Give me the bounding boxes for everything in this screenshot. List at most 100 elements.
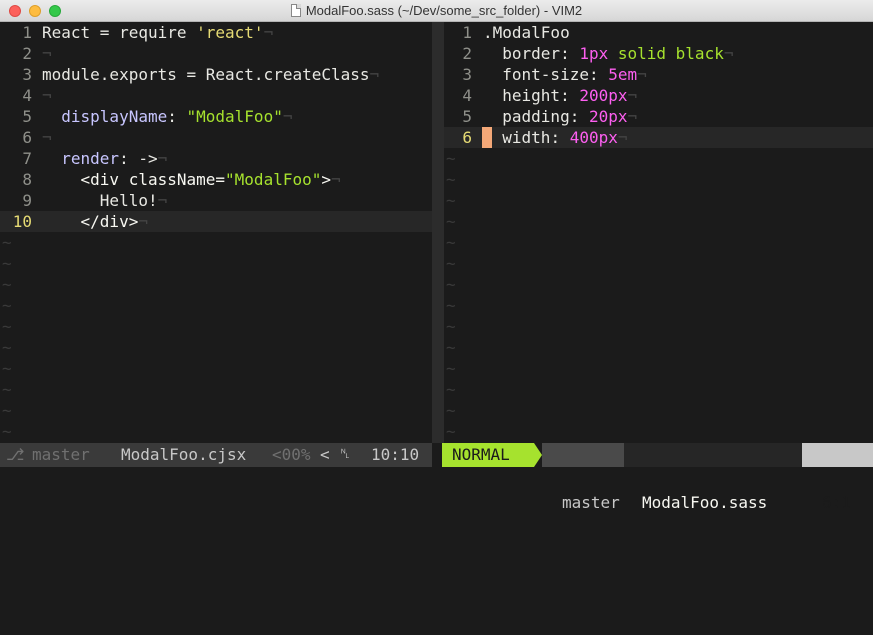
right-file-name: ModalFoo.sass — [642, 493, 768, 512]
right-code-line[interactable]: 5 padding: 20px¬ — [444, 106, 873, 127]
code-token: 400px — [569, 128, 618, 147]
right-code-line[interactable]: 3 font-size: 5em¬ — [444, 64, 873, 85]
left-line-number: 1 — [22, 23, 32, 42]
left-code-line[interactable]: 2 ¬ — [0, 43, 432, 64]
left-line-number: 3 — [22, 65, 32, 84]
document-icon — [290, 4, 301, 17]
window-titlebar[interactable]: ModalFoo.sass (~/Dev/some_src_folder) - … — [0, 0, 873, 22]
code-token: : — [560, 44, 580, 63]
code-token: 20px — [588, 107, 628, 126]
code-token: <div className= — [80, 170, 226, 189]
right-line-text: height: 200px¬ — [483, 85, 637, 106]
code-token: height — [483, 86, 561, 105]
right-empty-line-tilde: ~ — [446, 149, 456, 168]
code-token: : — [167, 107, 187, 126]
left-scroll-percent: <00% — [272, 445, 311, 464]
code-token: module.exports = React.createClass — [42, 65, 370, 84]
eol-marker: ¬ — [157, 149, 168, 168]
right-line-text: .ModalFoo — [483, 22, 570, 43]
code-token: Hello! — [42, 191, 158, 210]
right-line-number: 2 — [462, 44, 472, 63]
vertical-split-divider[interactable] — [432, 22, 444, 443]
eol-marker: ¬ — [263, 23, 274, 42]
left-code-line[interactable]: 3 module.exports = React.createClass¬ — [0, 64, 432, 85]
right-code-lines[interactable]: 1 .ModalFoo 2 border: 1px solid black¬ 3 fo… — [444, 22, 873, 148]
right-line-number: 5 — [462, 107, 472, 126]
left-line-text: ¬ — [42, 127, 52, 148]
line-number-icon: ␤ — [340, 447, 351, 462]
left-code-line[interactable]: 6 ¬ — [0, 127, 432, 148]
right-empty-line-tilde: ~ — [446, 317, 456, 336]
left-empty-line-tilde: ~ — [2, 296, 12, 315]
right-code-line[interactable]: 2 border: 1px solid black¬ — [444, 43, 873, 64]
right-empty-line-tilde: ~ — [446, 275, 456, 294]
left-code-line[interactable]: 7 render: ->¬ — [0, 148, 432, 169]
code-token: : — [569, 107, 589, 126]
window-title: ModalFoo.sass (~/Dev/some_src_folder) - … — [305, 3, 583, 18]
left-line-text: <div className="ModalFoo">¬ — [42, 169, 341, 190]
right-empty-line-tilde: ~ — [446, 212, 456, 231]
right-line-number: 3 — [462, 65, 472, 84]
left-empty-line-tilde: ~ — [2, 233, 12, 252]
left-statusline: ⎇ master ModalFoo.cjsx <00% < ␤ 10:10 — [0, 443, 432, 467]
code-token: solid black — [608, 44, 724, 63]
right-position-segment: < 6:1 — [802, 443, 873, 512]
left-code-lines[interactable]: 1 React = require 'react'¬ 2 ¬ 3 module.expor… — [0, 22, 432, 232]
right-empty-line-tilde: ~ — [446, 233, 456, 252]
left-code-line[interactable]: 9 Hello!¬ — [0, 190, 432, 211]
left-empty-line-tilde: ~ — [2, 275, 12, 294]
left-code-line[interactable]: 1 React = require 'react'¬ — [0, 22, 432, 43]
left-branch-name: master — [32, 445, 90, 464]
code-token: > — [321, 170, 331, 189]
right-line-text: font-size: 5em¬ — [483, 64, 647, 85]
left-line-text: ¬ — [42, 85, 52, 106]
left-code-line[interactable]: 5 displayName: "ModalFoo"¬ — [0, 106, 432, 127]
eol-marker: ¬ — [369, 65, 380, 84]
left-empty-line-tilde: ~ — [2, 254, 12, 273]
left-line-number: 5 — [22, 107, 32, 126]
right-editor-pane[interactable]: 1 .ModalFoo 2 border: 1px solid black¬ 3 fo… — [444, 22, 873, 443]
mode-arrow-icon — [534, 443, 542, 467]
window-title-container: ModalFoo.sass (~/Dev/some_src_folder) - … — [0, 3, 873, 18]
left-line-number: 2 — [22, 44, 32, 63]
eol-marker: ¬ — [42, 86, 52, 105]
code-token: 'react' — [196, 23, 264, 42]
right-empty-line-tilde: ~ — [446, 380, 456, 399]
left-line-text: Hello!¬ — [42, 190, 167, 211]
eol-marker: ¬ — [282, 107, 293, 126]
command-line[interactable] — [0, 467, 873, 487]
left-cursor-position: 10:10 — [371, 445, 420, 464]
left-code-line[interactable]: 4 ¬ — [0, 85, 432, 106]
code-token: 5em — [608, 65, 638, 84]
left-code-line[interactable]: 8 <div className="ModalFoo">¬ — [0, 169, 432, 190]
left-line-text: </div>¬ — [42, 211, 148, 232]
left-empty-lines: ~ ~ ~ ~ ~ ~ ~ ~ ~ ~ — [0, 232, 432, 442]
left-empty-line-tilde: ~ — [2, 338, 12, 357]
right-line-text: padding: 20px¬ — [483, 106, 637, 127]
right-line-number: 1 — [462, 23, 472, 42]
left-line-number: 8 — [22, 170, 32, 189]
eol-marker: ¬ — [42, 44, 52, 63]
code-token: padding — [483, 107, 570, 126]
code-token: 200px — [579, 86, 628, 105]
vim-mode-indicator: NORMAL — [442, 443, 534, 467]
left-editor-pane[interactable]: 1 React = require 'react'¬ 2 ¬ 3 module.expor… — [0, 22, 432, 443]
right-empty-line-tilde: ~ — [446, 401, 456, 420]
left-line-number: 4 — [22, 86, 32, 105]
code-token: "ModalFoo" — [225, 170, 322, 189]
code-token: .ModalFoo — [483, 23, 570, 42]
eol-marker: ¬ — [627, 86, 638, 105]
left-empty-line-tilde: ~ — [2, 380, 12, 399]
eol-marker: ¬ — [627, 107, 638, 126]
right-code-line[interactable]: 1 .ModalFoo — [444, 22, 873, 43]
left-code-line[interactable]: 10 </div>¬ — [0, 211, 432, 232]
right-empty-line-tilde: ~ — [446, 191, 456, 210]
right-code-line[interactable]: 6 width: 400px¬ — [444, 127, 873, 148]
right-code-line[interactable]: 4 height: 200px¬ — [444, 85, 873, 106]
left-line-number: 9 — [22, 191, 32, 210]
code-token: </div> — [80, 212, 139, 231]
